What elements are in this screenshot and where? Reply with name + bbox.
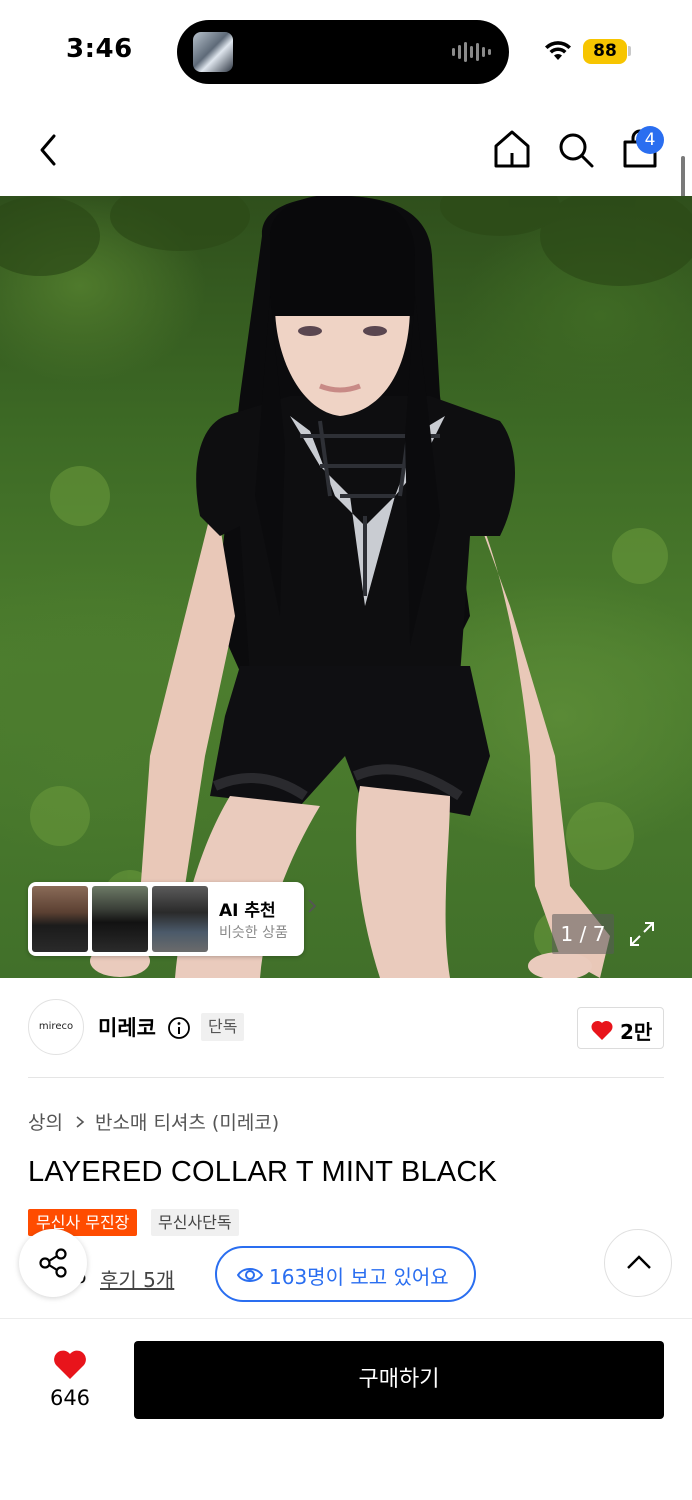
- ai-recommendation-title: AI 추천: [219, 901, 276, 921]
- breadcrumb: 상의 반소매 티셔츠 (미레코): [28, 1108, 279, 1135]
- share-icon: [39, 1248, 67, 1278]
- eye-icon: [237, 1268, 263, 1282]
- now-playing-thumbnail: [193, 32, 233, 72]
- bottom-bar-divider: [0, 1318, 692, 1319]
- brand-name[interactable]: 미레코: [98, 1012, 156, 1042]
- divider: [28, 1077, 664, 1078]
- brand-logo[interactable]: mireco: [28, 999, 84, 1055]
- buy-button[interactable]: 구매하기: [134, 1341, 664, 1419]
- status-bar: 3:46 88: [0, 0, 692, 100]
- product-photo: [0, 196, 692, 978]
- chevron-up-icon: [627, 1255, 651, 1269]
- wishlist-count: 646: [49, 1386, 91, 1410]
- expand-icon[interactable]: [628, 920, 656, 948]
- exclusive-tag: 무신사단독: [151, 1209, 239, 1236]
- share-button[interactable]: [19, 1229, 87, 1297]
- breadcrumb-subcategory[interactable]: 반소매 티셔츠 (미레코): [95, 1108, 279, 1135]
- recommendation-thumbnail[interactable]: [32, 886, 88, 952]
- product-title: LAYERED COLLAR T MINT BLACK: [28, 1156, 498, 1188]
- product-image-gallery[interactable]: [0, 196, 692, 978]
- heart-icon: [54, 1350, 86, 1379]
- scroll-to-top-button[interactable]: [604, 1229, 672, 1297]
- viewers-text: 163명이 보고 있어요: [269, 1265, 449, 1289]
- home-icon[interactable]: [492, 128, 532, 170]
- back-icon[interactable]: [34, 130, 64, 170]
- chevron-right-icon: [76, 1115, 85, 1128]
- viewers-indicator: 163명이 보고 있어요: [215, 1246, 476, 1302]
- breadcrumb-category[interactable]: 상의: [28, 1108, 63, 1135]
- brand-like-count: 2만: [620, 1020, 653, 1044]
- battery-indicator: 88: [583, 39, 627, 64]
- recommendation-thumbnail[interactable]: [92, 886, 148, 952]
- image-counter: 1 / 7: [552, 914, 614, 954]
- exclusive-badge: 단독: [201, 1013, 245, 1041]
- ai-recommendation-subtitle: 비슷한 상품: [219, 925, 288, 941]
- cart-count-badge: 4: [636, 126, 664, 154]
- recommendation-thumbnail[interactable]: [152, 886, 208, 952]
- wifi-icon: [545, 41, 571, 60]
- reviews-link[interactable]: 후기 5개: [100, 1264, 174, 1293]
- chevron-right-icon: [308, 899, 317, 913]
- info-icon[interactable]: [167, 1016, 191, 1040]
- status-time: 3:46: [66, 34, 133, 64]
- brand-like-button[interactable]: 2만: [577, 1007, 664, 1049]
- battery-tip: [628, 46, 631, 56]
- dynamic-island[interactable]: [177, 20, 509, 84]
- ai-recommendation-card[interactable]: AI 추천 비슷한 상품: [28, 882, 317, 956]
- heart-icon: [591, 1020, 613, 1040]
- audio-waveform-icon: [452, 40, 491, 64]
- wishlist-button[interactable]: 646: [30, 1344, 110, 1414]
- search-icon[interactable]: [556, 130, 596, 170]
- top-nav-bar: 4: [0, 100, 692, 196]
